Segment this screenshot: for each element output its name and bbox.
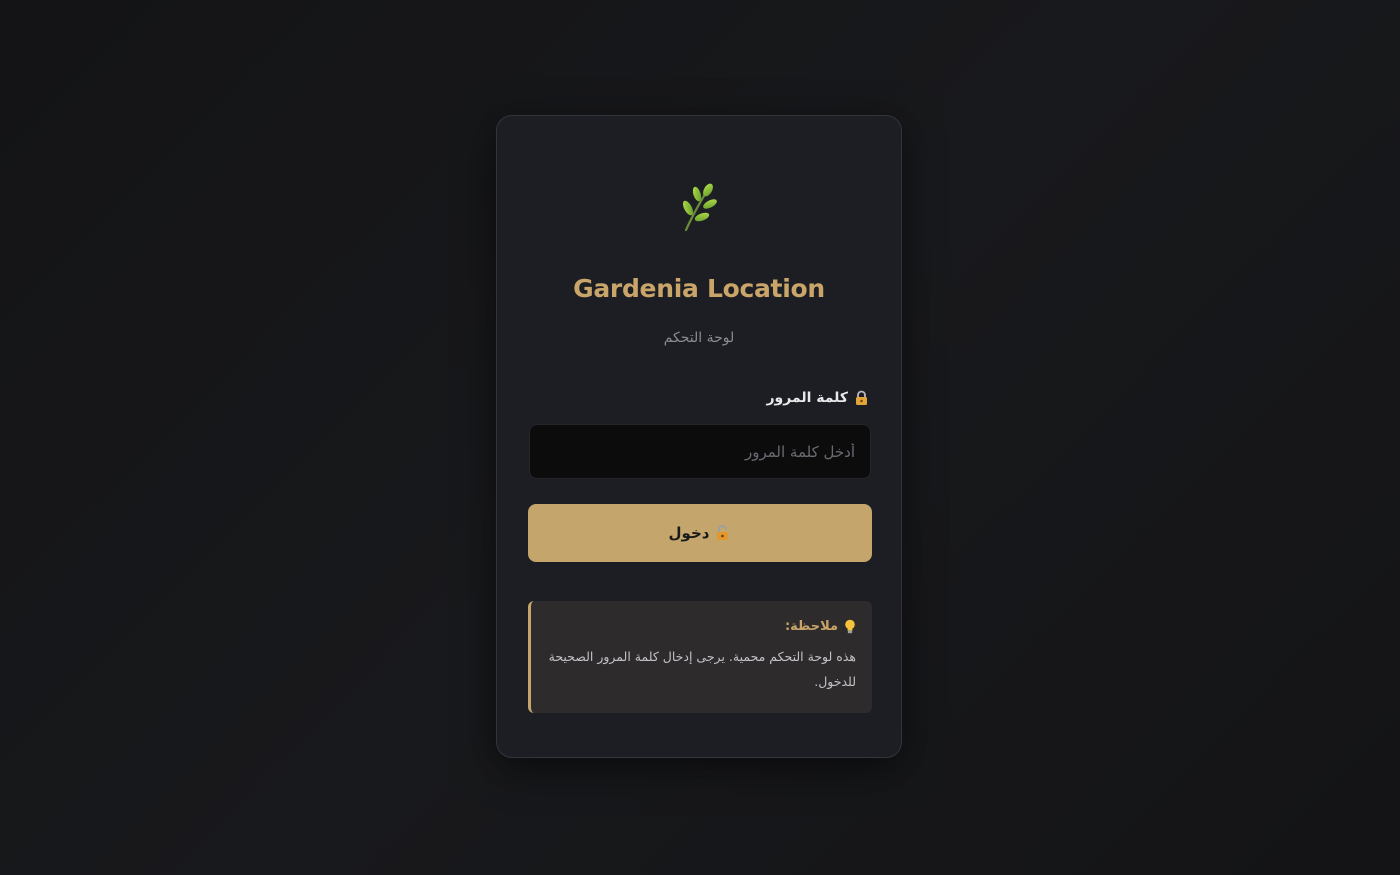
- note-box: ملاحظة: هذه لوحة التحكم محمية. يرجى إدخا…: [528, 601, 872, 713]
- logo: [497, 180, 901, 236]
- lock-icon: [854, 390, 869, 406]
- unlock-icon: [715, 525, 731, 541]
- login-button-label: دخول: [668, 524, 710, 542]
- app-title: Gardenia Location: [573, 274, 825, 303]
- note-title-text: ملاحظة:: [784, 619, 838, 634]
- password-label-text: كلمة المرور: [766, 390, 848, 406]
- leaf-sprig-icon: [677, 180, 721, 236]
- login-button[interactable]: دخول: [528, 504, 872, 562]
- note-title: ملاحظة:: [547, 619, 856, 634]
- password-label: كلمة المرور: [766, 390, 869, 406]
- note-text: هذه لوحة التحكم محمية. يرجى إدخال كلمة ا…: [548, 649, 856, 689]
- login-card: Gardenia Location لوحة التحكم كلمة المرو…: [496, 115, 902, 758]
- app-subtitle: لوحة التحكم: [663, 330, 735, 346]
- password-input[interactable]: [529, 424, 871, 479]
- lightbulb-icon: [844, 619, 856, 634]
